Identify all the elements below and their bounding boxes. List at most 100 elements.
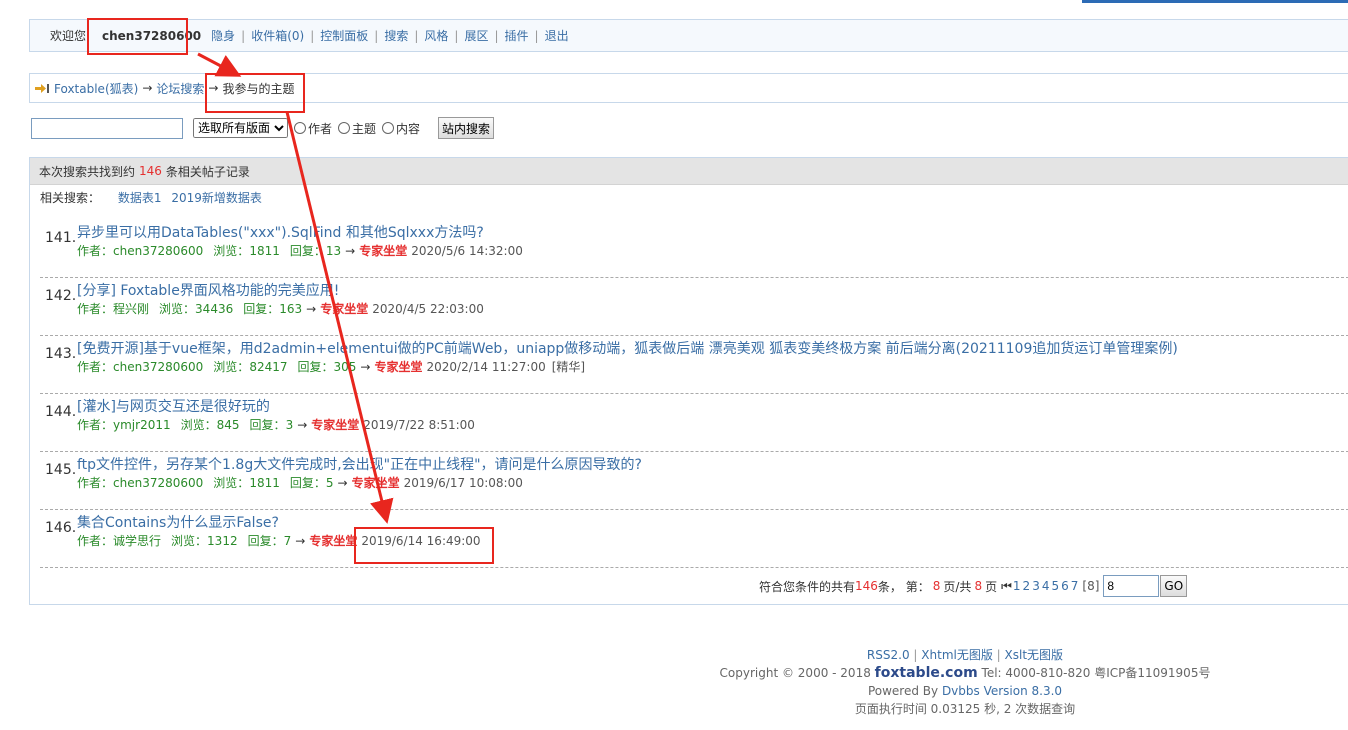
replies-label: 回复：	[289, 244, 326, 258]
radio-subject[interactable]: 主题	[338, 120, 376, 137]
footer-rss-link[interactable]: RSS2.0	[867, 648, 910, 662]
author-name[interactable]: ymjr2011	[113, 418, 171, 432]
footer-xslt-link[interactable]: Xslt无图版	[1005, 648, 1064, 662]
footer-brand[interactable]: foxtable.com	[875, 665, 978, 681]
replies-label: 回复：	[289, 476, 326, 490]
nav-inbox[interactable]: 收件箱(0)	[251, 27, 304, 44]
replies-label: 回复：	[247, 534, 284, 548]
forum-link[interactable]: 专家坐堂	[320, 302, 368, 316]
pager-pages: 8	[974, 579, 983, 593]
result-number: 146.	[45, 520, 77, 536]
breadcrumb-home[interactable]: Foxtable(狐表)	[54, 80, 138, 97]
page-link[interactable]: 3	[1032, 579, 1040, 593]
post-date: 2019/6/14 16:49:00	[361, 534, 481, 548]
nav-invisible[interactable]: 隐身	[211, 27, 235, 44]
post-date: 2019/6/17 10:08:00	[403, 476, 523, 490]
forum-link[interactable]: 专家坐堂	[374, 360, 422, 374]
nav-logout[interactable]: 退出	[545, 27, 569, 44]
breadcrumb-arrow: →	[208, 81, 219, 95]
result-item: 144. [灌水]与网页交互还是很好玩的 作者：ymjr2011 浏览：845 回复：3…	[40, 394, 1348, 452]
related-link[interactable]: 2019新增数据表	[171, 191, 262, 205]
result-title-link[interactable]: [免费开源]基于vue框架，用d2admin+elementui做的PC前端We…	[77, 338, 1178, 358]
views-label: 浏览：	[213, 360, 250, 374]
separator: |	[494, 28, 499, 43]
page-link[interactable]: 6	[1061, 579, 1069, 593]
result-title-link[interactable]: [分享] Foxtable界面风格功能的完美应用!	[77, 280, 339, 300]
result-item: 143. [免费开源]基于vue框架，用d2admin+elementui做的PC…	[40, 336, 1348, 394]
breadcrumb-search[interactable]: 论坛搜索	[156, 80, 204, 97]
post-date: 2020/2/14 11:27:00	[426, 360, 546, 374]
pagination: 符合您条件的共有 146 条， 第： 8 页/共 8 页 ⏮ 1 2 3 4 5…	[759, 575, 1188, 597]
author-name[interactable]: chen37280600	[113, 360, 203, 374]
author-label: 作者：	[77, 534, 114, 548]
result-title-link[interactable]: [灌水]与网页交互还是很好玩的	[77, 396, 270, 416]
post-date: 2019/7/22 8:51:00	[363, 418, 475, 432]
forum-link[interactable]: 专家坐堂	[311, 418, 359, 432]
views-count: 82417	[249, 360, 288, 374]
footer-xhtml-link[interactable]: Xhtml无图版	[921, 648, 993, 662]
search-row: 选取所有版面 作者 主题 内容 站内搜索	[31, 117, 495, 139]
author-label: 作者：	[77, 302, 114, 316]
separator: |	[913, 648, 918, 662]
radio-circle[interactable]	[338, 122, 351, 134]
radio-circle[interactable]	[382, 122, 395, 134]
radio-content[interactable]: 内容	[382, 120, 420, 137]
pager-mid2: 页/共	[943, 579, 972, 594]
site-search-button[interactable]: 站内搜索	[438, 117, 495, 139]
replies-label: 回复：	[297, 360, 334, 374]
result-number: 142.	[45, 288, 77, 304]
result-meta: 作者：ymjr2011 浏览：845 回复：3 → 专家坐堂 2019/7/22 8:51…	[77, 416, 481, 433]
nav-style[interactable]: 风格	[424, 27, 448, 44]
replies-count: 5	[325, 476, 334, 490]
radio-author[interactable]: 作者	[294, 120, 332, 137]
radio-label: 内容	[396, 121, 421, 136]
author-name[interactable]: chen37280600	[113, 476, 203, 490]
page-link[interactable]: 4	[1042, 579, 1050, 593]
nav-search[interactable]: 搜索	[384, 27, 408, 44]
result-number: 143.	[45, 346, 77, 362]
current-page: [8]	[1082, 579, 1100, 593]
result-title-link[interactable]: 集合Contains为什么显示False?	[77, 512, 279, 532]
related-label: 相关搜索：	[40, 191, 101, 205]
views-label: 浏览：	[171, 534, 208, 548]
author-label: 作者：	[77, 244, 114, 258]
pager-total: 146	[855, 579, 878, 593]
dvbbs-version-link[interactable]: Dvbbs Version 8.3.0	[942, 684, 1062, 698]
author-label: 作者：	[77, 476, 114, 490]
nav-control-panel[interactable]: 控制面板	[320, 27, 368, 44]
page-link[interactable]: 1	[1013, 579, 1021, 593]
result-meta: 作者：chen37280600 浏览：1811 回复：13 → 专家坐堂 2020/5/6…	[77, 242, 529, 259]
result-meta: 作者：诚学思行 浏览：1312 回复：7 → 专家坐堂 2019/6/14 16:49:0…	[77, 532, 487, 549]
views-count: 34436	[195, 302, 234, 316]
first-page-icon[interactable]: ⏮	[1001, 579, 1012, 594]
related-link[interactable]: 数据表1	[118, 191, 162, 205]
author-name[interactable]: chen37280600	[113, 244, 203, 258]
views-count: 1811	[249, 244, 280, 258]
forum-link[interactable]: 专家坐堂	[352, 476, 400, 490]
search-input[interactable]	[31, 117, 183, 139]
page-link[interactable]: 2	[1023, 579, 1031, 593]
footer: RSS2.0 | Xhtml无图版 | Xslt无图版 Copyright © …	[0, 646, 1348, 718]
forum-link[interactable]: 专家坐堂	[359, 244, 407, 258]
result-number: 141.	[45, 230, 77, 246]
page-number-input[interactable]	[1103, 575, 1160, 597]
page-link[interactable]: 7	[1071, 579, 1079, 593]
page-link[interactable]: 5	[1051, 579, 1059, 593]
result-item: 142. [分享] Foxtable界面风格功能的完美应用! 作者：程兴刚 浏览：34…	[40, 278, 1348, 336]
radio-circle[interactable]	[294, 122, 306, 134]
result-title-link[interactable]: 异步里可以用DataTables("xxx").SqlFind 和其他Sqlxx…	[77, 222, 484, 242]
separator: |	[454, 28, 459, 43]
essence-tag: [精华]	[551, 360, 586, 374]
board-select[interactable]: 选取所有版面	[193, 118, 288, 138]
result-title-link[interactable]: ftp文件控件，另存某个1.8g大文件完成时,会出现"正在中止线程"，请问是什么…	[77, 454, 642, 474]
contact-text: Tel: 4000-810-820 粤ICP备11091905号	[981, 666, 1211, 680]
nav-showroom[interactable]: 展区	[464, 27, 488, 44]
author-name[interactable]: 程兴刚	[113, 302, 149, 316]
forum-link[interactable]: 专家坐堂	[309, 534, 357, 548]
username[interactable]: chen37280600	[102, 29, 201, 43]
meta-arrow: →	[297, 418, 308, 432]
nav-plugins[interactable]: 插件	[505, 27, 529, 44]
meta-arrow: →	[306, 302, 317, 316]
author-name[interactable]: 诚学思行	[113, 534, 161, 548]
go-button[interactable]: GO	[1160, 575, 1188, 597]
